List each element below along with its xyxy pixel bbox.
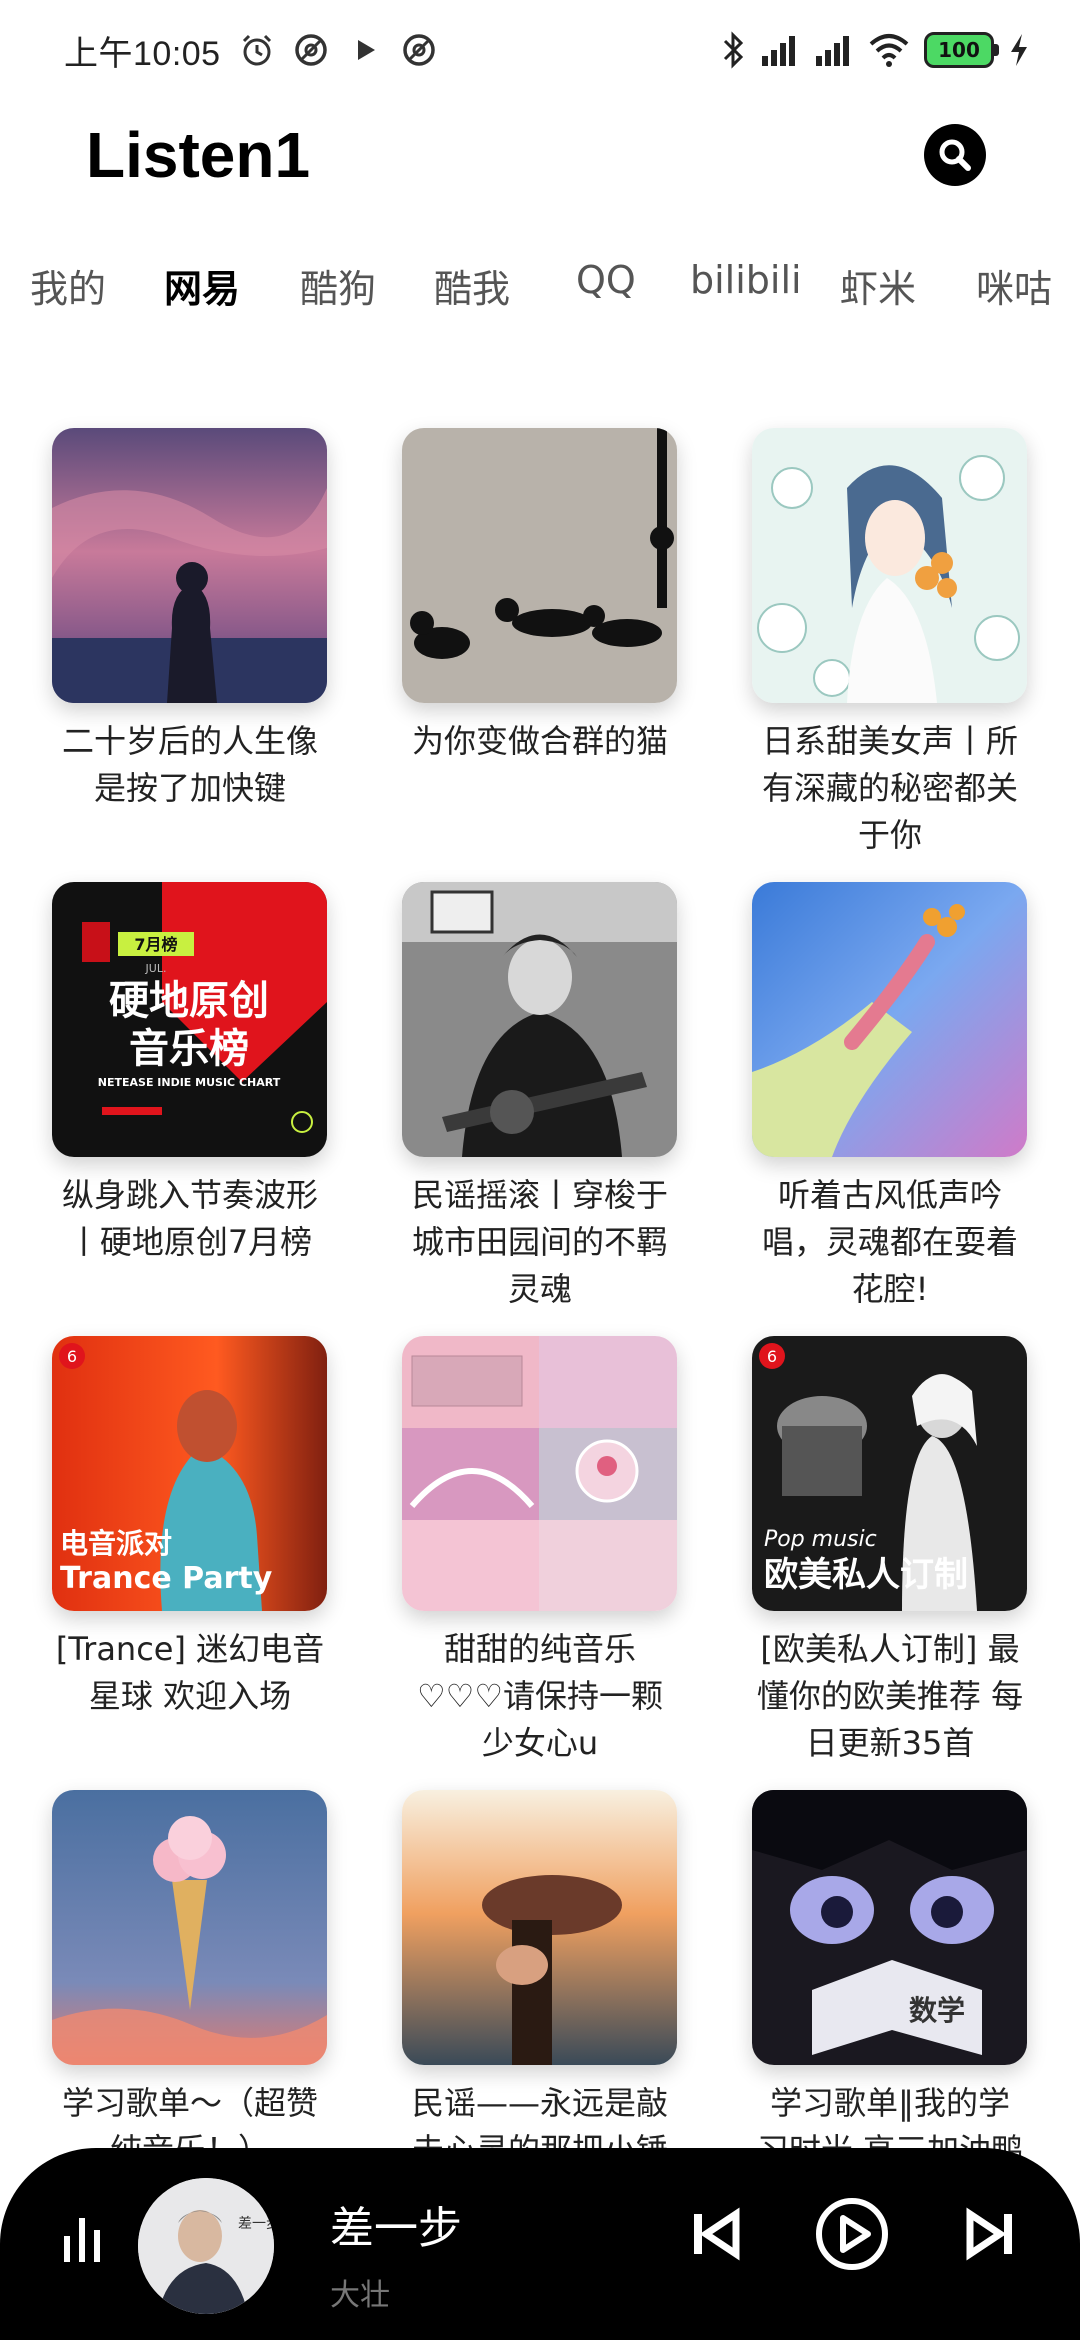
battery-indicator: 100 (924, 32, 999, 68)
notification-icon (294, 34, 327, 66)
playlist-title: [Trance] 迷幻电音 星球 欢迎入场 (55, 1630, 325, 1715)
play-status-icon (357, 40, 375, 60)
signal-icon-2 (816, 36, 849, 66)
search-button[interactable] (924, 124, 986, 186)
playlist-cover (52, 428, 327, 703)
notification-icon-2 (402, 34, 435, 66)
wifi-icon (869, 34, 909, 67)
playlist-cover (752, 428, 1027, 703)
playlist-cover (402, 1790, 677, 2065)
svg-text:欧美私人订制: 欧美私人订制 (764, 1555, 968, 1595)
playlist-cover: 7月榜 JUL. 硬地原创 音乐榜 NETEASE INDIE MUSIC CH… (52, 882, 327, 1157)
tab-migu[interactable]: 咪咕 (976, 258, 1052, 313)
svg-text:JUL.: JUL. (145, 962, 167, 975)
status-bar: 上午10:05 100 (0, 0, 1080, 100)
song-artist[interactable]: 大壮 (330, 2270, 390, 2314)
alarm-icon (242, 34, 271, 66)
playlist-cover: 数学 (752, 1790, 1027, 2065)
tab-xiami[interactable]: 虾米 (840, 258, 916, 313)
next-track-icon[interactable] (962, 2206, 1018, 2262)
previous-track-icon[interactable] (688, 2206, 744, 2262)
playlist-cover (402, 1336, 677, 1611)
playlist-cover (402, 882, 677, 1157)
playlist-title: 二十岁后的人生像 是按了加快键 (61, 722, 318, 807)
playlist-title: [欧美私人订制] 最懂你的欧美推荐 每日更新35首 (756, 1630, 1024, 1762)
playlist-title: 为你变做合群的猫 (411, 722, 668, 760)
play-button[interactable] (814, 2196, 890, 2272)
svg-text:电音派对: 电音派对 (60, 1527, 172, 1560)
bluetooth-icon (723, 31, 744, 69)
signal-icon (762, 36, 795, 66)
svg-text:Trance Party: Trance Party (60, 1561, 273, 1596)
playlist-title: 听着古风低声吟 唱，灵魂都在耍着 花腔! (761, 1176, 1018, 1308)
playlist-queue-icon[interactable] (62, 2214, 102, 2264)
album-art[interactable]: 差一步 (138, 2178, 274, 2314)
playlist-cover: 6 Pop music 欧美私人订制 (752, 1336, 1027, 1611)
tab-mine[interactable]: 我的 (30, 258, 106, 313)
playlist-cover (752, 882, 1027, 1157)
tab-bilibili[interactable]: bilibili (690, 258, 802, 302)
svg-text:硬地原创: 硬地原创 (109, 978, 269, 1024)
svg-text:数学: 数学 (909, 1994, 965, 2027)
app-title: Listen1 (86, 119, 311, 191)
playlist-title: 纵身跳入节奏波形 丨硬地原创7月榜 (61, 1176, 318, 1261)
playlist-title: 民谣摇滚丨穿梭于 城市田园间的不羁 灵魂 (411, 1176, 668, 1308)
playlist-cover: 6 电音派对 Trance Party (52, 1336, 327, 1611)
status-time: 上午10:05 (64, 34, 221, 73)
source-tabs: 我的 网易 酷狗 酷我 QQ bilibili 虾米 咪咕 (0, 258, 1080, 322)
search-icon (939, 139, 971, 171)
song-title[interactable]: 差一步 (330, 2192, 462, 2256)
playlist-cover (402, 428, 677, 703)
tab-kugou[interactable]: 酷狗 (300, 258, 376, 313)
now-playing-bar[interactable]: 差一步 差一步 大壮 (0, 2148, 1080, 2340)
tab-qq[interactable]: QQ (576, 258, 636, 302)
tab-kuwo[interactable]: 酷我 (434, 258, 510, 313)
svg-text:音乐榜: 音乐榜 (129, 1026, 249, 1072)
playlist-cover (52, 1790, 327, 2065)
svg-text:6: 6 (67, 1347, 77, 1366)
playlist-title: 甜甜的纯音乐 ♡♡♡请保持一颗 少女心u (416, 1630, 664, 1762)
svg-text:7月榜: 7月榜 (134, 935, 177, 954)
svg-text:NETEASE INDIE MUSIC CHART: NETEASE INDIE MUSIC CHART (98, 1076, 281, 1089)
svg-text:差一步: 差一步 (238, 2216, 274, 2232)
playlist-title: 日系甜美女声丨所 有深藏的秘密都关 于你 (761, 722, 1018, 854)
svg-text:6: 6 (767, 1347, 777, 1366)
svg-text:Pop music: Pop music (764, 1527, 877, 1552)
tab-netease[interactable]: 网易 (164, 258, 240, 313)
charging-icon (1011, 34, 1027, 66)
